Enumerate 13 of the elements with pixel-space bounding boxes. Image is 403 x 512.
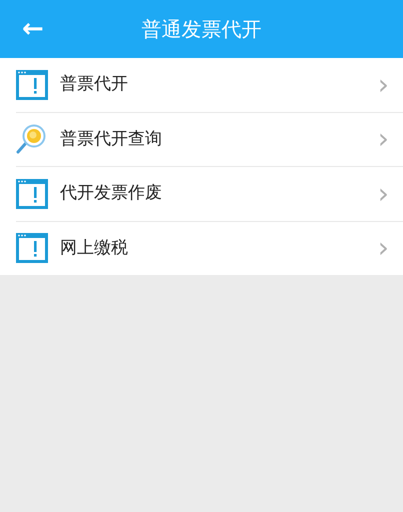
window-alert-icon xyxy=(16,178,48,210)
chevron-icon: › xyxy=(378,70,389,99)
menu-label: 普票代开查询 xyxy=(60,128,163,150)
window-alert-icon xyxy=(16,232,48,264)
chevron-icon: › xyxy=(378,125,389,154)
page-title: 普通发票代开 xyxy=(142,16,262,43)
window-alert-icon xyxy=(16,68,48,101)
search-icon xyxy=(16,123,48,156)
chevron-icon: › xyxy=(378,180,389,208)
menu-label: 普票代开 xyxy=(60,73,129,96)
menu-label: 网上缴税 xyxy=(60,236,129,260)
menu-label: 代开发票作废 xyxy=(60,182,163,205)
chevron-icon: › xyxy=(378,234,389,262)
